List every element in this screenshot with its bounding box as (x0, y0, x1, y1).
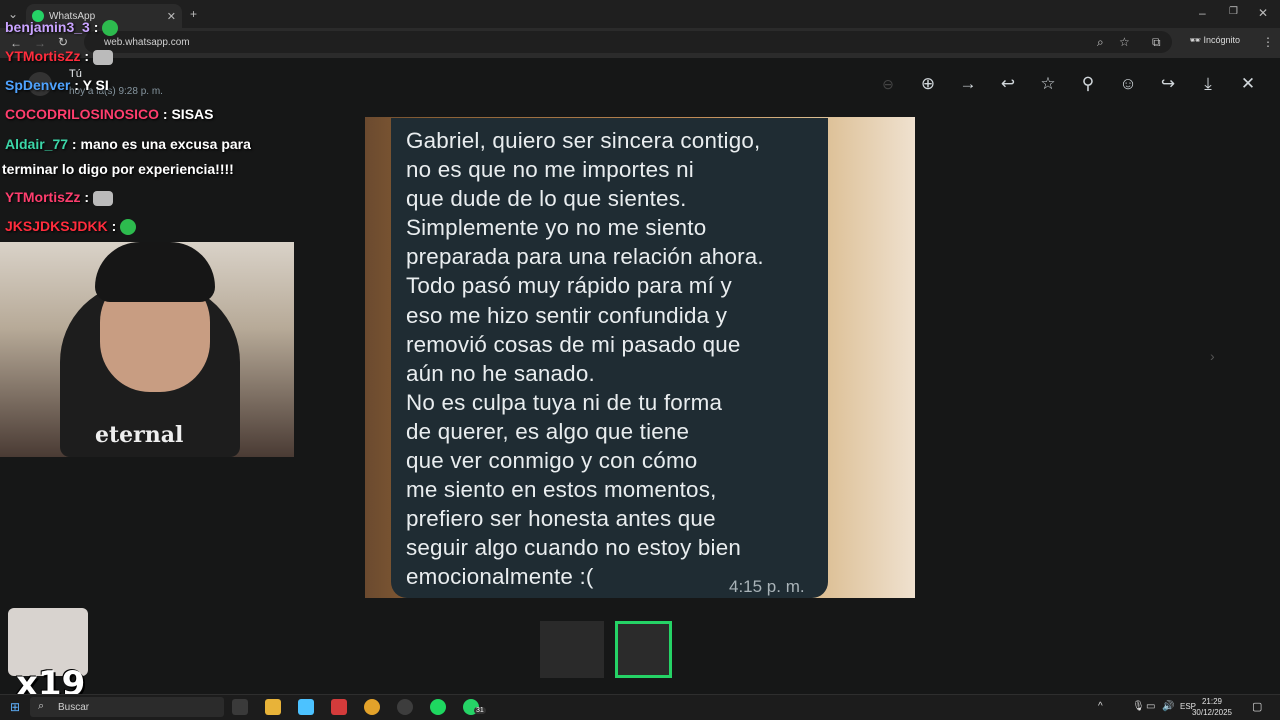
volume-icon[interactable]: 🔊 (1162, 701, 1174, 712)
zoom-in-icon[interactable]: ⊕ (916, 72, 940, 96)
webcam-overlay: eternal (0, 242, 294, 457)
minimize-icon[interactable]: – (1199, 6, 1206, 20)
chat-line-4: COCODRILOSINOSICO : SISAS (5, 106, 213, 122)
chat-text: terminar lo digo por experiencia!!!! (2, 161, 234, 177)
chat-text: Y SI (82, 77, 109, 93)
spotify-icon[interactable] (430, 699, 446, 715)
chat-line-5: Aldair_77 : mano es una excusa para (5, 136, 251, 152)
close-icon[interactable]: ✕ (1236, 72, 1260, 96)
microphone-icon[interactable]: 🎙 (1132, 701, 1145, 712)
chat-text: mano es una excusa para (80, 136, 251, 152)
incognito-label: Incógnito (1203, 35, 1240, 45)
chat-sep: : (68, 136, 77, 152)
task-view-icon[interactable] (232, 699, 248, 715)
star-icon[interactable]: ☆ (1036, 72, 1060, 96)
chat-line-7: YTMortisZz : (5, 189, 113, 206)
chat-user: COCODRILOSINOSICO (5, 106, 160, 122)
clock[interactable]: 21:29 30/12/2025 (1192, 696, 1232, 718)
chat-sep: : (70, 77, 79, 93)
pin-icon[interactable]: ⚲ (1076, 72, 1100, 96)
emote-icon (120, 219, 137, 236)
share-icon[interactable]: ↪ (1156, 72, 1180, 96)
chat-sep: : (159, 106, 168, 122)
chat-line-8: JKSJDKSJDKK : (5, 218, 137, 236)
incognito-icon: 🕶 (1189, 35, 1204, 45)
network-icon[interactable]: ▭ (1146, 701, 1155, 712)
chat-text: SISAS (171, 106, 214, 122)
reload-icon[interactable]: ↻ (58, 35, 68, 49)
zoom-out-icon[interactable]: ⊖ (876, 72, 900, 96)
taskbar-search[interactable]: ⌕ Buscar (30, 697, 224, 717)
clock-time: 21:29 (1201, 697, 1222, 706)
emote-icon (102, 20, 119, 37)
chat-sep: : (89, 19, 99, 35)
chat-user: SpDenver (5, 77, 71, 93)
file-explorer-icon[interactable] (265, 699, 281, 715)
shirt-print: eternal (95, 422, 184, 448)
forward-arrow-icon[interactable]: → (956, 72, 980, 96)
new-tab-icon[interactable]: + (190, 7, 197, 21)
streamer-hair (95, 242, 215, 302)
search-placeholder: Buscar (58, 701, 90, 713)
chat-sep: : (80, 48, 90, 64)
search-icon: ⌕ (38, 700, 45, 712)
chat-user: Aldair_77 (5, 136, 69, 152)
extension-icon[interactable]: ⧉ (1152, 35, 1161, 50)
chat-line-6: terminar lo digo por experiencia!!!! (2, 161, 234, 177)
chat-line-1: benjamin3_3 : (5, 19, 119, 37)
address-bar[interactable]: web.whatsapp.com (84, 31, 1172, 53)
app-icon-red[interactable] (331, 699, 347, 715)
menu-kebab-icon[interactable]: ⋮ (1262, 35, 1274, 49)
bookmark-star-icon[interactable]: ☆ (1119, 35, 1130, 49)
obs-icon[interactable] (397, 699, 413, 715)
notifications-icon[interactable]: ▢ (1252, 700, 1262, 713)
message-time: 4:15 p. m. (729, 577, 805, 596)
cat-emote-icon (92, 49, 113, 65)
clock-date: 30/12/2025 (1191, 708, 1232, 717)
whatsapp-badge: 31 (474, 707, 486, 714)
message-text: Gabriel, quiero ser sincera contigo, no … (406, 128, 764, 590)
cat-emote-icon (92, 190, 113, 206)
close-tab-icon[interactable]: ✕ (167, 10, 176, 23)
download-icon[interactable]: ⤓ (1196, 72, 1220, 96)
thumbnail-1[interactable] (540, 621, 604, 678)
chat-line-3: SpDenver : Y SI (5, 77, 109, 93)
tray-chevron-icon[interactable]: ^ (1098, 701, 1103, 712)
url-text: web.whatsapp.com (104, 36, 190, 48)
reply-icon[interactable]: ↩ (996, 72, 1020, 96)
zoom-icon[interactable]: ⌕ (1097, 35, 1104, 50)
chat-user: YTMortisZz (5, 189, 81, 205)
incognito-badge[interactable]: 🕶 Incógnito (1190, 35, 1240, 46)
chat-line-2: YTMortisZz : (5, 48, 113, 65)
restore-icon[interactable]: ❐ (1229, 6, 1238, 17)
chrome-icon[interactable] (364, 699, 380, 715)
chat-user: YTMortisZz (5, 48, 81, 64)
thumbnail-2-selected[interactable] (615, 621, 672, 678)
windows-start-icon[interactable]: ⊞ (10, 700, 20, 714)
close-window-icon[interactable]: ✕ (1258, 6, 1268, 20)
chat-sep: : (80, 189, 90, 205)
emoji-icon[interactable]: ☺ (1116, 72, 1140, 96)
chat-user: benjamin3_3 (5, 19, 90, 35)
next-media-icon[interactable]: › (1210, 348, 1215, 364)
chat-user: JKSJDKSJDKK (5, 218, 108, 234)
app-icon[interactable] (298, 699, 314, 715)
chat-sep: : (107, 218, 117, 234)
